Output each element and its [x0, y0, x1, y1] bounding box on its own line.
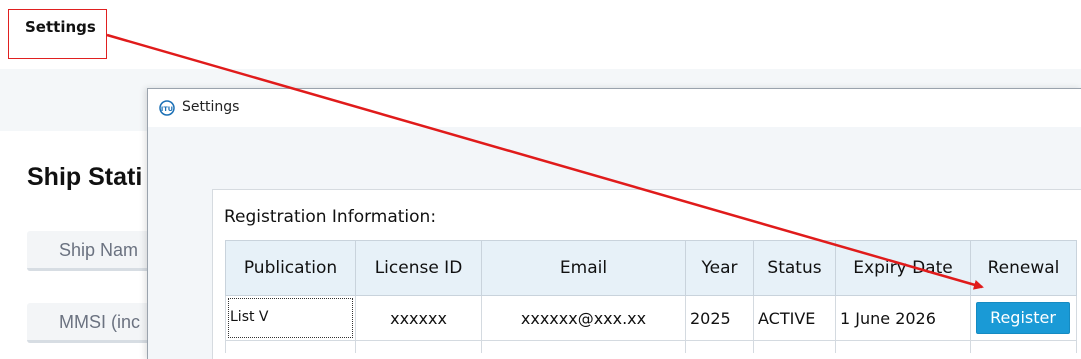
header-renewal: Renewal: [970, 240, 1077, 296]
section-title: Registration Information:: [224, 207, 437, 227]
empty-cell: [835, 340, 971, 353]
expiry-date-cell: 1 June 2026: [835, 295, 971, 341]
empty-cell: [225, 340, 356, 353]
header-expiry-date: Expiry Date: [835, 240, 971, 296]
window-title: Settings: [182, 99, 240, 115]
header-year: Year: [685, 240, 754, 296]
background-page-title: Ship Stati: [27, 163, 143, 191]
dialog-body: Registration Information: Publication Li…: [148, 127, 1081, 359]
header-email: Email: [481, 240, 686, 296]
license-id-cell: xxxxxx: [355, 295, 482, 341]
year-cell: 2025: [685, 295, 754, 341]
publication-value: List V: [228, 298, 353, 338]
registration-table: Publication License ID Email Year Status…: [225, 240, 1077, 353]
itu-logo-icon: ITU: [159, 100, 175, 116]
settings-dialog: ITU Settings Registration Information: P…: [147, 88, 1081, 359]
empty-cell: [355, 340, 482, 353]
email-cell: xxxxxx@xxx.xx: [481, 295, 686, 341]
table-row: List V xxxxxx xxxxxx@xxx.xx 2025 ACTIVE …: [225, 295, 1077, 341]
status-cell: ACTIVE: [753, 295, 836, 341]
empty-cell: [753, 340, 836, 353]
table-header-row: Publication License ID Email Year Status…: [225, 240, 1077, 296]
settings-callout-label: Settings: [8, 9, 107, 59]
register-button[interactable]: Register: [976, 302, 1070, 334]
empty-cell: [970, 340, 1077, 353]
table-row-partial: [225, 340, 1077, 353]
dialog-titlebar[interactable]: ITU Settings: [148, 89, 1081, 127]
svg-text:ITU: ITU: [161, 105, 173, 113]
registration-panel: Registration Information: Publication Li…: [212, 189, 1081, 359]
header-status: Status: [753, 240, 836, 296]
renewal-cell: Register: [970, 295, 1077, 341]
publication-cell[interactable]: List V: [225, 295, 356, 341]
header-license-id: License ID: [355, 240, 482, 296]
empty-cell: [481, 340, 686, 353]
empty-cell: [685, 340, 754, 353]
header-publication: Publication: [225, 240, 356, 296]
